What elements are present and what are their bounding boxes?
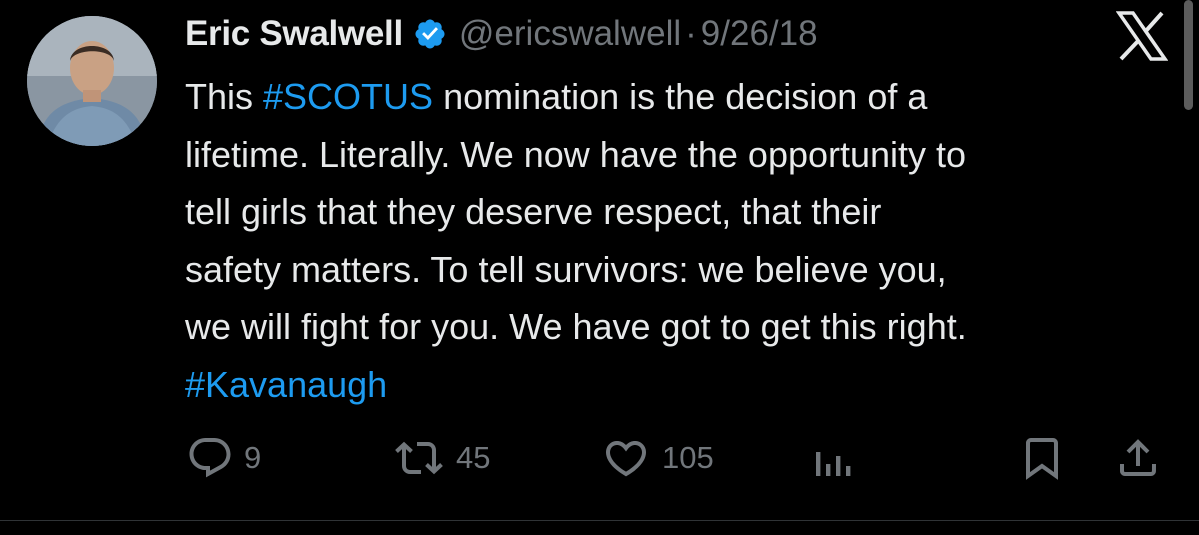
bookmark-icon [1026, 438, 1058, 480]
tweet-text-segment: nomination is the decision of a [433, 76, 928, 117]
share-button[interactable] [1114, 430, 1162, 486]
share-icon [1120, 439, 1156, 476]
tweet-text-line: #Kavanaugh [185, 356, 1185, 414]
reply-button[interactable]: 9 [186, 430, 261, 486]
tweet-text-segment: tell girls that they deserve respect, th… [185, 191, 882, 232]
action-bar: 9 45 105 [0, 430, 1199, 486]
bookmark-button[interactable] [1018, 430, 1066, 486]
like-count: 105 [662, 440, 714, 475]
display-name[interactable]: Eric Swalwell [185, 14, 403, 54]
hashtag-link[interactable]: #Kavanaugh [185, 364, 387, 405]
reply-icon [189, 438, 231, 478]
tweet-header: Eric Swalwell @ericswalwell · 9/26/18 [185, 10, 818, 58]
avatar-photo [27, 16, 157, 146]
verified-badge-icon [413, 17, 447, 51]
tweet-text-segment: safety matters. To tell survivors: we be… [185, 248, 947, 290]
tweet-date[interactable]: 9/26/18 [701, 14, 818, 54]
tweet-text-line: This #SCOTUS nomination is the decision … [185, 68, 1185, 126]
tweet-text-segment: This [185, 76, 264, 117]
tweet-text-line: we will fight for you. We have got to ge… [185, 298, 1185, 356]
tweet[interactable]: Eric Swalwell @ericswalwell · 9/26/18 Th… [0, 0, 1199, 535]
analytics-icon [816, 452, 851, 476]
tweet-text-segment: lifetime. Literally. We now have the opp… [185, 133, 967, 175]
retweet-button[interactable]: 45 [392, 430, 490, 486]
divider [0, 520, 1199, 521]
tweet-text: This #SCOTUS nomination is the decision … [185, 68, 1185, 413]
views-button[interactable] [812, 430, 856, 486]
heart-icon [605, 441, 647, 477]
x-logo-icon[interactable] [1116, 11, 1168, 61]
avatar[interactable] [27, 16, 157, 146]
separator-dot: · [685, 14, 697, 53]
tweet-text-line: tell girls that they deserve respect, th… [185, 183, 1185, 241]
handle[interactable]: @ericswalwell [459, 14, 681, 54]
like-button[interactable]: 105 [600, 430, 714, 486]
tweet-text-segment: we will fight for you. We have got to ge… [185, 306, 967, 347]
hashtag-link[interactable]: #SCOTUS [263, 76, 433, 117]
tweet-text-line: lifetime. Literally. We now have the opp… [185, 126, 1185, 184]
retweet-count: 45 [456, 440, 491, 475]
reply-count: 9 [244, 440, 262, 475]
scrollbar[interactable] [1184, 0, 1193, 110]
tweet-text-line: safety matters. To tell survivors: we be… [185, 241, 1185, 299]
retweet-icon [395, 441, 443, 475]
